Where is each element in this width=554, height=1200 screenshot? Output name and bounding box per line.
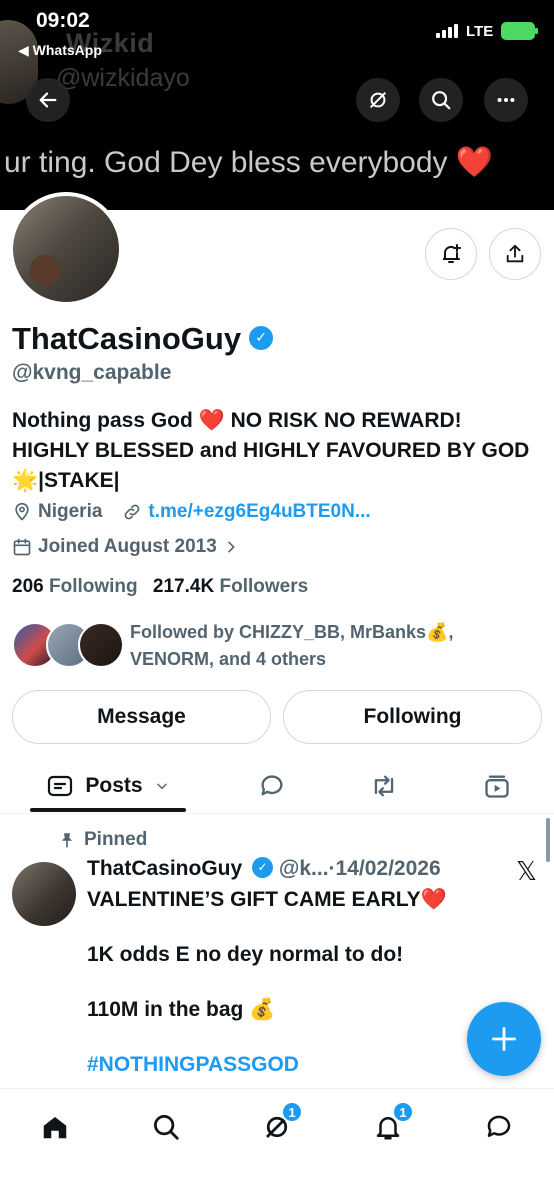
post-author-name: ThatCasinoGuy: [87, 857, 243, 880]
search-icon: [432, 91, 451, 110]
grok-icon: [369, 91, 387, 109]
banner-text: ur ting. God Dey bless everybody ❤️: [4, 146, 494, 179]
repost-icon: [374, 775, 394, 797]
profile-display-name: ThatCasinoGuy ✓: [12, 321, 274, 357]
plus-icon: [492, 1027, 516, 1051]
nav-search[interactable]: [144, 1105, 188, 1149]
battery-icon: [501, 22, 539, 40]
followed-by-text[interactable]: Followed by CHIZZY_BB, MrBanks💰, VENORM,…: [130, 619, 530, 673]
video-media-icon: [485, 775, 509, 798]
post-handle-date: @k...·14/02/2026: [278, 857, 441, 880]
compose-post-button[interactable]: [467, 1002, 541, 1076]
notifications-badge: 1: [392, 1101, 414, 1123]
profile-avatar[interactable]: [9, 192, 123, 306]
more-options-button[interactable]: [484, 78, 528, 122]
follower-avatar: [78, 622, 124, 668]
verified-badge-icon: ✓: [252, 856, 274, 878]
more-horizontal-icon: [497, 97, 515, 103]
calendar-icon: [13, 538, 31, 556]
chevron-right-icon: [227, 541, 235, 553]
bell-plus-icon: [443, 244, 461, 263]
post-header[interactable]: ThatCasinoGuy ✓ @k...·14/02/2026: [87, 856, 441, 881]
post-text-line: 1K odds E no dey normal to do!: [87, 943, 404, 966]
following-button[interactable]: Following: [283, 690, 542, 744]
share-icon: [506, 244, 524, 263]
nav-home[interactable]: [33, 1105, 77, 1149]
profile-location: Nigeria: [38, 501, 103, 522]
profile-joined-date: Joined August 2013: [38, 536, 217, 557]
notify-button[interactable]: [425, 228, 477, 280]
post-text-line: VALENTINE’S GIFT CAME EARLY❤️: [87, 888, 447, 911]
grok-badge: 1: [281, 1101, 303, 1123]
search-icon: [154, 1115, 179, 1140]
active-tab-indicator: [30, 808, 186, 812]
back-to-app-link[interactable]: ◀ WhatsApp: [18, 42, 102, 59]
tab-media[interactable]: [475, 760, 519, 812]
back-button[interactable]: [26, 78, 70, 122]
search-button[interactable]: [419, 78, 463, 122]
location-pin-icon: [15, 502, 29, 521]
x-logo-icon: 𝕏: [516, 857, 537, 887]
chevron-down-icon: [156, 783, 167, 790]
nav-notifications[interactable]: 1: [366, 1101, 414, 1149]
profile-handle: @kvng_capable: [12, 361, 172, 384]
link-icon: [125, 504, 140, 520]
arrow-left-icon: [39, 92, 57, 108]
followers-count-link[interactable]: 217.4K Followers: [153, 576, 308, 597]
bottom-navigation: 1 1: [0, 1088, 554, 1200]
posts-icon: [48, 775, 73, 797]
followed-by-avatars[interactable]: [12, 622, 124, 670]
status-indicators: LTE: [436, 22, 539, 40]
following-count-link[interactable]: 206 Following: [12, 576, 138, 597]
bio-line: Nothing pass God ❤️ NO RISK NO REWARD!: [12, 409, 462, 432]
profile-bio: Nothing pass God ❤️ NO RISK NO REWARD! H…: [12, 406, 542, 496]
nav-messages[interactable]: [477, 1105, 521, 1149]
network-label: LTE: [466, 22, 494, 40]
message-button[interactable]: Message: [12, 690, 271, 744]
bio-line: 🌟|STAKE|: [12, 469, 120, 492]
followed-by-line: VENORM, and 4 others: [130, 649, 327, 669]
home-icon: [43, 1117, 67, 1139]
tab-replies[interactable]: [250, 760, 294, 812]
post-text-line: 110M in the bag 💰: [87, 998, 276, 1021]
post-hashtag[interactable]: #NOTHINGPASSGOD: [87, 1053, 299, 1077]
profile-banner[interactable]: Wizkid @wizkidayo ur ting. God Dey bless…: [0, 0, 554, 210]
reply-icon: [261, 775, 283, 796]
bio-line: HIGHLY BLESSED and HIGHLY FAVOURED BY GO…: [12, 439, 530, 462]
profile-joined-row[interactable]: Joined August 2013: [12, 536, 239, 558]
followed-by-line: Followed by CHIZZY_BB, MrBanks💰,: [130, 622, 454, 642]
grok-button[interactable]: [356, 78, 400, 122]
signal-icon: [436, 24, 458, 38]
banner-handle: @wizkidayo: [56, 64, 190, 92]
pinned-label: Pinned: [84, 829, 148, 850]
verified-badge-icon: ✓: [249, 325, 274, 350]
post-author-avatar[interactable]: [12, 862, 76, 926]
tab-reposts[interactable]: [362, 760, 406, 812]
share-button[interactable]: [489, 228, 541, 280]
profile-location-link-row: Nigeria t.me/+ezg6Eg4uBTE0N...: [12, 501, 371, 523]
tabs-divider: [0, 813, 554, 814]
nav-grok[interactable]: 1: [255, 1101, 303, 1149]
scrollbar[interactable]: [546, 818, 550, 862]
tab-posts[interactable]: Posts: [30, 760, 186, 812]
profile-website-link[interactable]: t.me/+ezg6Eg4uBTE0N...: [148, 501, 370, 523]
tab-posts-label: Posts: [85, 774, 143, 797]
status-time: 09:02: [36, 9, 90, 32]
chat-bubble-icon: [487, 1115, 511, 1137]
pinned-indicator: Pinned: [58, 829, 147, 851]
follow-counts: 206 Following 217.4K Followers: [12, 576, 308, 598]
pin-icon: [61, 833, 73, 848]
